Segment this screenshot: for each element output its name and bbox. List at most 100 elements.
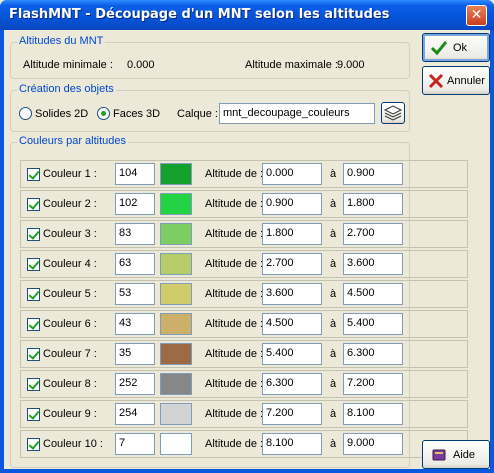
- altitude-max-input[interactable]: 9.000: [343, 433, 403, 455]
- color-label: Couleur 7 :: [43, 348, 97, 360]
- color-swatch[interactable]: [160, 223, 192, 245]
- color-enabled-checkbox[interactable]: [27, 318, 40, 331]
- color-label: Couleur 6 :: [43, 318, 97, 330]
- altitudes-group: Altitudes du MNT Altitude minimale : 0.0…: [10, 35, 410, 79]
- color-row: Couleur 8 : 252 Altitude de :6.300 à 7.200: [20, 370, 468, 398]
- altitude-max-input[interactable]: 6.300: [343, 343, 403, 365]
- altitude-max-input[interactable]: 0.900: [343, 163, 403, 185]
- color-code-input[interactable]: 102: [115, 193, 155, 215]
- color-swatch[interactable]: [160, 373, 192, 395]
- color-code-input[interactable]: 252: [115, 373, 155, 395]
- altitude-min-input[interactable]: 6.300: [262, 373, 322, 395]
- altitude-from-label: Altitude de :: [205, 288, 264, 300]
- layers-icon: [383, 105, 403, 121]
- altitude-max-input[interactable]: 3.600: [343, 253, 403, 275]
- window-title: FlashMNT - Découpage d'un MNT selon les …: [9, 7, 390, 22]
- altitude-min-input[interactable]: 0.900: [262, 193, 322, 215]
- altitude-from-label: Altitude de :: [205, 198, 264, 210]
- color-row: Couleur 7 : 35 Altitude de :5.400 à 6.300: [20, 340, 468, 368]
- color-enabled-checkbox[interactable]: [27, 408, 40, 421]
- color-code-input[interactable]: 7: [115, 433, 155, 455]
- color-enabled-checkbox[interactable]: [27, 438, 40, 451]
- help-book-icon: [432, 449, 446, 461]
- color-row: Couleur 2 : 102 Altitude de :0.900 à 1.800: [20, 190, 468, 218]
- color-enabled-checkbox[interactable]: [27, 348, 40, 361]
- color-row: Couleur 3 : 83 Altitude de :1.800 à 2.700: [20, 220, 468, 248]
- altitude-max-value: 9.000: [337, 59, 365, 71]
- altitude-to-label: à: [330, 348, 337, 360]
- altitude-max-input[interactable]: 1.800: [343, 193, 403, 215]
- color-enabled-checkbox[interactable]: [27, 198, 40, 211]
- altitude-max-input[interactable]: 5.400: [343, 313, 403, 335]
- help-button[interactable]: Aide: [422, 440, 490, 469]
- altitude-from-label: Altitude de :: [205, 378, 264, 390]
- faces-3d-radio[interactable]: [97, 107, 110, 120]
- color-swatch[interactable]: [160, 283, 192, 305]
- calque-input[interactable]: mnt_decoupage_couleurs: [219, 103, 375, 124]
- color-code-input[interactable]: 104: [115, 163, 155, 185]
- altitude-to-label: à: [330, 378, 337, 390]
- color-enabled-checkbox[interactable]: [27, 168, 40, 181]
- altitude-min-input[interactable]: 7.200: [262, 403, 322, 425]
- altitude-min-input[interactable]: 3.600: [262, 283, 322, 305]
- altitude-min-input[interactable]: 8.100: [262, 433, 322, 455]
- color-label: Couleur 4 :: [43, 258, 97, 270]
- color-enabled-checkbox[interactable]: [27, 378, 40, 391]
- altitude-from-label: Altitude de :: [205, 348, 264, 360]
- color-code-input[interactable]: 83: [115, 223, 155, 245]
- altitude-min-input[interactable]: 0.000: [262, 163, 322, 185]
- altitude-max-label: Altitude maximale :: [245, 59, 338, 71]
- faces-3d-label: Faces 3D: [113, 108, 161, 120]
- color-swatch[interactable]: [160, 343, 192, 365]
- altitude-min-input[interactable]: 1.800: [262, 223, 322, 245]
- altitude-to-label: à: [330, 258, 337, 270]
- altitude-min-input[interactable]: 5.400: [262, 343, 322, 365]
- color-enabled-checkbox[interactable]: [27, 258, 40, 271]
- color-label: Couleur 9 :: [43, 408, 97, 420]
- color-swatch[interactable]: [160, 433, 192, 455]
- color-enabled-checkbox[interactable]: [27, 228, 40, 241]
- altitude-min-input[interactable]: 2.700: [262, 253, 322, 275]
- ok-button[interactable]: Ok: [422, 33, 490, 62]
- altitudes-group-label: Altitudes du MNT: [17, 35, 106, 47]
- solides-2d-radio[interactable]: [19, 107, 32, 120]
- color-enabled-checkbox[interactable]: [27, 288, 40, 301]
- color-row: Couleur 1 : 104 Altitude de :0.000 à 0.900: [20, 160, 468, 188]
- layer-picker-button[interactable]: [381, 102, 405, 124]
- color-swatch[interactable]: [160, 253, 192, 275]
- altitude-from-label: Altitude de :: [205, 318, 264, 330]
- calque-label: Calque :: [177, 108, 218, 120]
- color-code-input[interactable]: 254: [115, 403, 155, 425]
- color-code-input[interactable]: 35: [115, 343, 155, 365]
- altitude-from-label: Altitude de :: [205, 258, 264, 270]
- altitude-to-label: à: [330, 228, 337, 240]
- cancel-button-label: Annuler: [447, 75, 485, 87]
- close-button[interactable]: ✕: [466, 5, 487, 26]
- color-code-input[interactable]: 43: [115, 313, 155, 335]
- altitude-min-input[interactable]: 4.500: [262, 313, 322, 335]
- color-row: Couleur 6 : 43 Altitude de :4.500 à 5.400: [20, 310, 468, 338]
- altitude-from-label: Altitude de :: [205, 438, 264, 450]
- color-swatch[interactable]: [160, 313, 192, 335]
- color-swatch[interactable]: [160, 403, 192, 425]
- altitude-max-input[interactable]: 8.100: [343, 403, 403, 425]
- altitude-max-input[interactable]: 2.700: [343, 223, 403, 245]
- altitude-from-label: Altitude de :: [205, 408, 264, 420]
- altitude-max-input[interactable]: 7.200: [343, 373, 403, 395]
- color-swatch[interactable]: [160, 163, 192, 185]
- altitude-min-value: 0.000: [127, 59, 155, 71]
- color-code-input[interactable]: 63: [115, 253, 155, 275]
- dialog-window: FlashMNT - Découpage d'un MNT selon les …: [0, 0, 494, 473]
- altitude-to-label: à: [330, 318, 337, 330]
- creation-group-label: Création des objets: [17, 83, 116, 95]
- altitude-from-label: Altitude de :: [205, 168, 264, 180]
- altitude-to-label: à: [330, 438, 337, 450]
- color-label: Couleur 2 :: [43, 198, 97, 210]
- color-swatch[interactable]: [160, 193, 192, 215]
- title-bar[interactable]: FlashMNT - Découpage d'un MNT selon les …: [0, 0, 494, 30]
- creation-group: Création des objets Solides 2D Faces 3D …: [10, 83, 410, 132]
- altitude-max-input[interactable]: 4.500: [343, 283, 403, 305]
- cancel-button[interactable]: Annuler: [422, 66, 490, 95]
- color-code-input[interactable]: 53: [115, 283, 155, 305]
- color-row: Couleur 9 : 254 Altitude de :7.200 à 8.100: [20, 400, 468, 428]
